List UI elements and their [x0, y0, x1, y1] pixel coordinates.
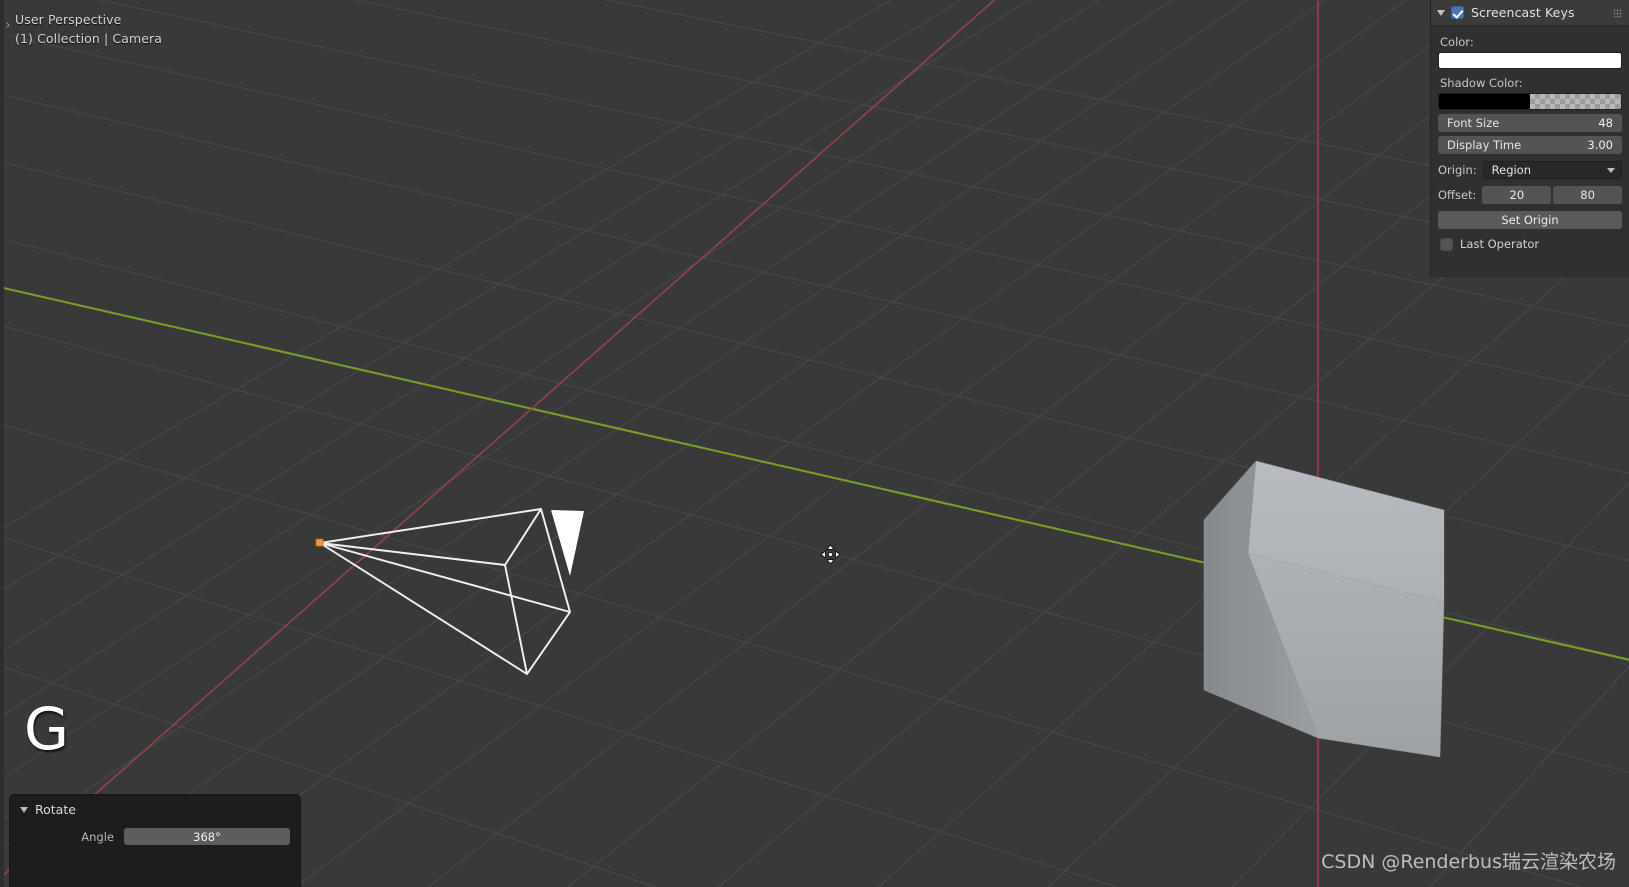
offset-row: Offset: 20 80	[1438, 186, 1622, 204]
font-size-value: 48	[1598, 116, 1613, 130]
display-time-label: Display Time	[1447, 138, 1522, 152]
triangle-down-icon[interactable]	[1437, 9, 1445, 16]
shadow-color-solid	[1439, 94, 1530, 109]
set-origin-button[interactable]: Set Origin	[1438, 211, 1622, 229]
region-border-left	[0, 0, 4, 887]
origin-value: Region	[1491, 163, 1532, 177]
object-origin-dot	[315, 538, 324, 547]
3d-viewport[interactable]: › User Perspective (1) Collection | Came…	[0, 0, 1629, 887]
blender-window: › User Perspective (1) Collection | Came…	[0, 0, 1629, 887]
triangle-down-icon[interactable]	[20, 806, 28, 813]
operator-panel-header[interactable]: Rotate	[20, 802, 290, 817]
chevron-down-icon	[1607, 167, 1615, 173]
screencast-keys-enable-checkbox[interactable]	[1451, 6, 1464, 19]
color-label: Color:	[1440, 35, 1474, 49]
angle-value-field[interactable]: 368°	[124, 828, 290, 845]
angle-row: Angle 368°	[20, 828, 290, 845]
origin-dropdown[interactable]: Region	[1482, 161, 1622, 179]
operator-redo-panel[interactable]: Rotate Angle 368°	[9, 794, 301, 887]
last-operator-checkbox[interactable]	[1440, 237, 1453, 251]
grip-dots-icon[interactable]	[1613, 9, 1622, 18]
last-operator-row[interactable]: Last Operator	[1438, 237, 1622, 251]
origin-row: Origin: Region	[1438, 161, 1622, 179]
panel-title: Screencast Keys	[1471, 5, 1575, 20]
shadow-color-label: Shadow Color:	[1440, 76, 1523, 90]
viewport-canvas	[0, 0, 1629, 887]
angle-label: Angle	[81, 829, 114, 844]
last-operator-label: Last Operator	[1460, 237, 1540, 251]
chevron-right-icon[interactable]: ›	[2, 18, 14, 34]
screencast-keys-panel[interactable]: Screencast Keys Color: Shadow Color: Fon…	[1430, 0, 1629, 277]
font-size-field[interactable]: Font Size 48	[1438, 114, 1622, 132]
offset-label: Offset:	[1438, 188, 1477, 202]
shadow-color-swatch[interactable]	[1438, 93, 1622, 110]
offset-y-field[interactable]: 80	[1553, 186, 1622, 204]
shadow-color-alpha	[1530, 94, 1621, 109]
panel-header[interactable]: Screencast Keys	[1431, 0, 1629, 26]
origin-label: Origin:	[1438, 163, 1477, 177]
font-size-label: Font Size	[1447, 116, 1500, 130]
offset-x-field[interactable]: 20	[1482, 186, 1552, 204]
panel-body: Color: Shadow Color: Font Size 48 Displa…	[1431, 26, 1629, 259]
color-swatch[interactable]	[1438, 52, 1622, 69]
viewport-bg	[0, 0, 1629, 887]
display-time-field[interactable]: Display Time 3.00	[1438, 136, 1622, 154]
operator-panel-title: Rotate	[35, 802, 76, 817]
display-time-value: 3.00	[1587, 138, 1613, 152]
